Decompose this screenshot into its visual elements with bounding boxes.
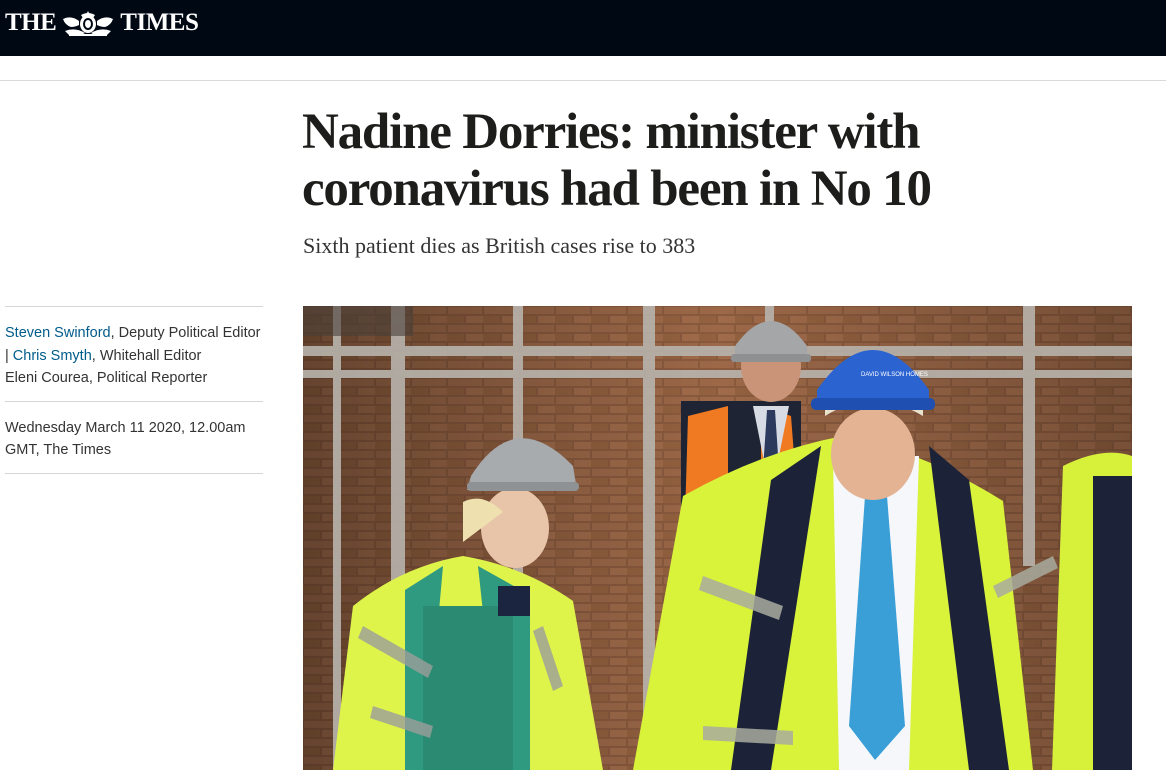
masthead-bar: THE TIMES xyxy=(0,0,1166,56)
article-headline: Nadine Dorries: minister with coronaviru… xyxy=(302,104,932,217)
article-standfirst: Sixth patient dies as British cases rise… xyxy=(303,233,696,258)
helmet-logo-text: DAVID WILSON HOMES xyxy=(861,372,928,378)
author-list: Steven Swinford, Deputy Political Editor… xyxy=(5,307,263,402)
times-logo[interactable]: THE TIMES xyxy=(5,8,199,38)
byline-panel: Steven Swinford, Deputy Political Editor… xyxy=(5,306,263,474)
author-link-steven-swinford[interactable]: Steven Swinford xyxy=(5,325,111,341)
article-dateline: Wednesday March 11 2020, 12.00am GMT, Th… xyxy=(5,402,263,474)
logo-word-the: THE xyxy=(5,9,57,36)
author-link-chris-smyth[interactable]: Chris Smyth xyxy=(13,348,92,364)
lead-photo-image: DAVID WILSON HOMES xyxy=(303,306,1132,770)
lead-photo[interactable]: DAVID WILSON HOMES xyxy=(303,306,1132,770)
author-eleni-courea: Eleni Courea, Political Reporter xyxy=(5,370,208,386)
author-role: , Whitehall Editor xyxy=(91,347,202,364)
logo-word-times: TIMES xyxy=(120,9,199,36)
royal-crest-icon xyxy=(63,11,114,36)
header-divider xyxy=(0,80,1166,81)
